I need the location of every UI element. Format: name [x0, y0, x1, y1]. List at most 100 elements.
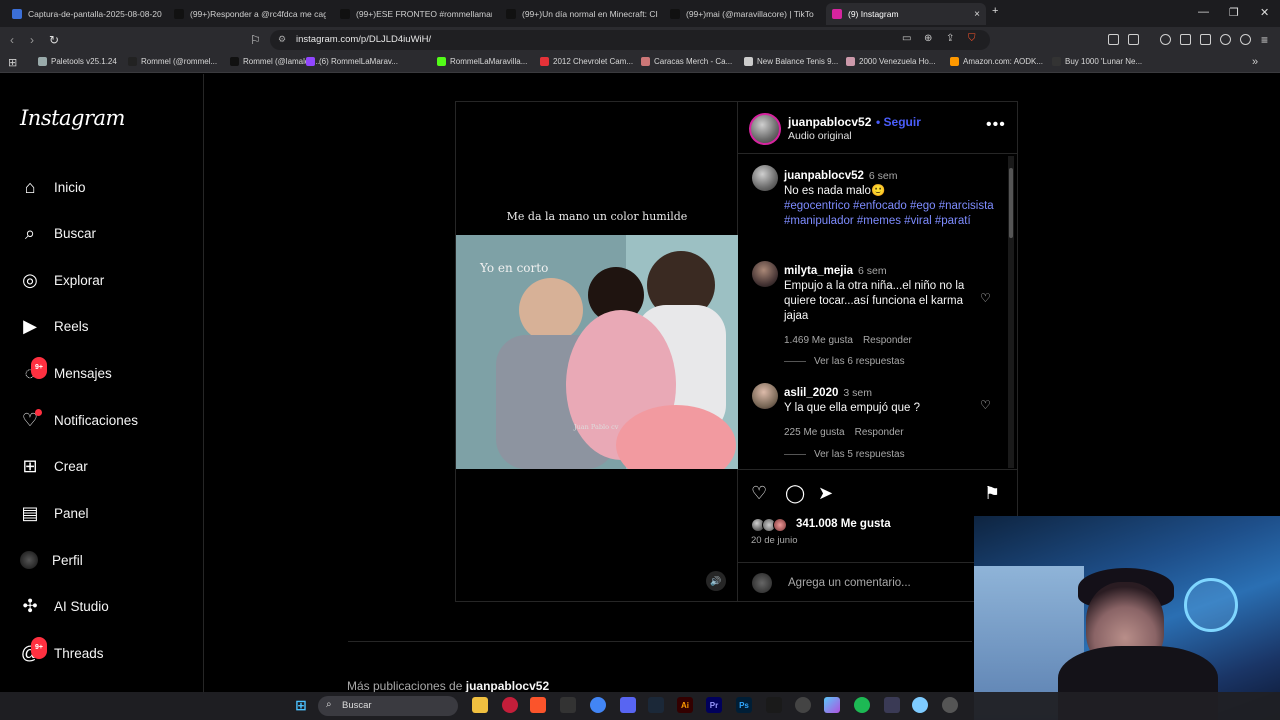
minimize-icon[interactable]: — [1198, 6, 1209, 18]
app2-icon[interactable] [824, 697, 840, 713]
premiere-icon[interactable]: Pr [706, 697, 722, 713]
bookmark-item[interactable]: Caracas Merch - Ca... [641, 57, 732, 66]
comment-user[interactable]: aslil_2020 [784, 387, 838, 399]
close-window-icon[interactable]: ✕ [1260, 6, 1269, 19]
comment-avatar[interactable] [752, 261, 778, 287]
bookmark-item[interactable]: Paletools v25.1.24 [38, 57, 117, 66]
bookmark-item[interactable]: (6) RommelLaMarav... [306, 57, 398, 66]
comment-like-icon[interactable]: ♡ [980, 398, 991, 412]
back-icon[interactable]: ‹ [10, 33, 14, 47]
taskbar-search[interactable]: ⌕ Buscar [318, 696, 458, 716]
app3-icon[interactable] [884, 697, 900, 713]
url-text[interactable]: instagram.com/p/DLJLD4iuWiH/ [296, 34, 431, 45]
post-media[interactable]: Me da la mano un color humilde Yo en cor… [456, 102, 738, 601]
instagram-logo[interactable]: Instagram [20, 106, 125, 130]
obs-icon[interactable] [795, 697, 811, 713]
view-replies-2[interactable]: Ver las 5 respuestas [784, 449, 905, 460]
caption-hashtags[interactable]: #egocentrico #enfocado #ego #narcisista … [784, 199, 999, 229]
opera-icon[interactable] [502, 697, 518, 713]
menu-icon[interactable]: ≡ [1261, 33, 1268, 47]
like-icon[interactable]: ♡ [751, 483, 767, 504]
more-options-icon[interactable]: ••• [986, 116, 1006, 134]
sidebar-item-buscar[interactable]: ⌕ Buscar [20, 221, 190, 245]
app-icon[interactable] [560, 697, 576, 713]
caption-avatar[interactable] [752, 165, 778, 191]
media-icon[interactable] [1160, 34, 1171, 45]
brave-shield-icon[interactable]: ⛉ [968, 33, 976, 44]
comments-scrollbar[interactable] [1008, 156, 1014, 468]
comment-likes[interactable]: 225 Me gusta [784, 427, 845, 438]
bookmark-item[interactable]: New Balance Tenis 9... [744, 57, 838, 66]
browser-tab[interactable]: (99+)ESE FRONTEO #rommellamarav [334, 3, 492, 25]
zoom-icon[interactable]: ⊕ [924, 33, 932, 44]
share-icon[interactable]: ⇪ [946, 33, 954, 44]
sidebar-item-crear[interactable]: ⊞ Crear [20, 454, 190, 478]
sidebar-item-reels[interactable]: ▶ Reels [20, 314, 190, 338]
caption-time[interactable]: 6 sem [869, 170, 898, 182]
brave-icon[interactable] [530, 697, 546, 713]
reply-button[interactable]: Responder [863, 335, 912, 346]
comment-likes[interactable]: 1.469 Me gusta [784, 335, 853, 346]
video-player[interactable]: Yo en corto Juan Pablo cv [456, 235, 738, 469]
tab-close-icon[interactable]: × [974, 9, 980, 20]
author-name[interactable]: juanpablocv52 [788, 115, 871, 129]
more-posts-user[interactable]: juanpablocv52 [466, 679, 549, 693]
caption-user[interactable]: juanpablocv52 [784, 170, 864, 182]
photoshop-icon[interactable]: Ps [736, 697, 752, 713]
share-icon[interactable]: ➤ [818, 483, 833, 504]
bookmark-item[interactable]: 2000 Venezuela Ho... [846, 57, 936, 66]
apps-grid-icon[interactable]: ⊞ [8, 56, 17, 69]
screen-icon[interactable]: ▭ [902, 33, 911, 44]
comment-user[interactable]: milyta_mejia [784, 265, 853, 277]
new-tab-button[interactable]: + [992, 5, 998, 17]
scrollbar-thumb[interactable] [1009, 168, 1013, 238]
forward-icon[interactable]: › [30, 33, 34, 47]
browser-tab[interactable]: (99+)mai (@maravillacore) | TikTo [664, 3, 822, 25]
sidebar-item-mensajes[interactable]: ◌ 9+ Mensajes [20, 357, 190, 385]
view-replies-label[interactable]: Ver las 5 respuestas [814, 449, 905, 460]
illustrator-icon[interactable]: Ai [677, 697, 693, 713]
bookmark-item[interactable]: 2012 Chevrolet Cam... [540, 57, 633, 66]
file-explorer-icon[interactable] [472, 697, 488, 713]
comment-like-icon[interactable]: ♡ [980, 291, 991, 305]
sidebar-item-notificaciones[interactable]: ♡ Notificaciones [20, 408, 190, 432]
wallet-icon[interactable] [1128, 34, 1139, 45]
save-icon[interactable]: ⚑ [984, 483, 1000, 504]
settings-icon[interactable] [942, 697, 958, 713]
likes-count[interactable]: 341.008 Me gusta [796, 518, 891, 530]
comments-list[interactable]: juanpablocv52 6 sem No es nada malo🙂 #ego… [738, 155, 1018, 469]
bookmark-item[interactable]: Buy 1000 'Lunar Ne... [1052, 57, 1142, 66]
taskbar-search-text[interactable]: Buscar [342, 700, 372, 711]
sidebar-item-explorar[interactable]: ◎ Explorar [20, 268, 190, 292]
comment-time[interactable]: 3 sem [843, 387, 872, 399]
leo-icon[interactable] [1220, 34, 1231, 45]
extensions-icon[interactable] [1108, 34, 1119, 45]
bookmark-item[interactable]: RommelLaMaravilla... [437, 57, 527, 66]
bookmark-icon[interactable]: ⚐ [250, 33, 261, 47]
browser-tab[interactable]: (99+)Un día normal en Minecraft: Cli [500, 3, 658, 25]
discord-icon[interactable] [620, 697, 636, 713]
sidebar-item-inicio[interactable]: ⌂ Inicio [20, 175, 190, 199]
comment-avatar[interactable] [752, 383, 778, 409]
follow-button[interactable]: • Seguir [876, 115, 921, 129]
browser-tab[interactable]: (9) Instagram × [826, 3, 986, 25]
spotify-icon[interactable] [854, 697, 870, 713]
chrome-icon[interactable] [590, 697, 606, 713]
comment-icon[interactable]: ◯ [785, 483, 805, 504]
vpn-icon[interactable] [1240, 34, 1251, 45]
windows-start-icon[interactable]: ⊞ [293, 697, 309, 713]
sidebar-item-ai-studio[interactable]: ✣ AI Studio [20, 594, 190, 618]
audio-label[interactable]: Audio original [788, 130, 852, 142]
more-bookmarks-icon[interactable]: » [1252, 56, 1258, 68]
reload-icon[interactable]: ↻ [49, 33, 59, 47]
mute-icon[interactable]: 🔊 [706, 571, 726, 591]
sidebar-item-panel[interactable]: ▤ Panel [20, 501, 190, 525]
url-box[interactable]: ⚙ instagram.com/p/DLJLD4iuWiH/ ▭ ⊕ ⇪ ⛉ [270, 30, 990, 50]
sidebar-item-perfil[interactable]: Perfil [20, 548, 190, 572]
post-date[interactable]: 20 de junio [751, 535, 797, 546]
view-replies-label[interactable]: Ver las 6 respuestas [814, 356, 905, 367]
site-info-icon[interactable]: ⚙ [278, 34, 286, 45]
sidebar-icon[interactable] [1180, 34, 1191, 45]
reply-button[interactable]: Responder [855, 427, 904, 438]
view-replies-1[interactable]: Ver las 6 respuestas [784, 356, 905, 367]
